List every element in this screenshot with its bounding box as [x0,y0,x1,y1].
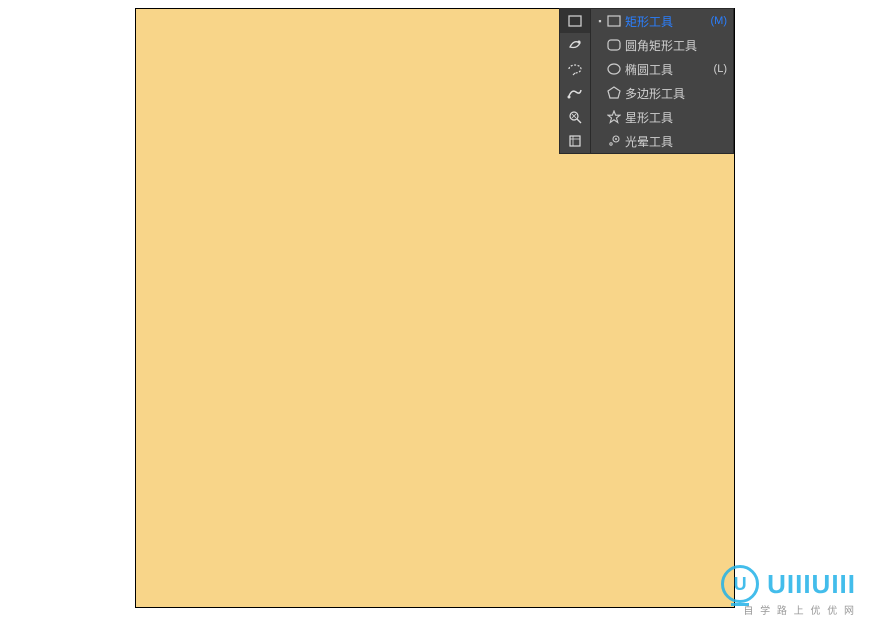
flyout-flare-tool[interactable]: 光晕工具 [591,129,733,153]
tool-label: 椭圆工具 [625,61,710,78]
vertical-toolbar [559,8,591,154]
magic-icon [567,109,583,125]
watermark-brand: UIIIUIII [767,569,856,600]
tool-shortcut: (L) [714,63,727,75]
roundrect-icon [603,39,625,51]
live-paint-tool-slot[interactable] [560,33,590,57]
flare-icon [603,134,625,148]
shape-tool-flyout: ▪ 矩形工具 (M) 圆角矩形工具 椭圆工具 (L) [591,8,734,154]
shape-tool-panel: ▪ 矩形工具 (M) 圆角矩形工具 椭圆工具 (L) [559,8,734,154]
rectangle-tool-slot[interactable] [560,9,590,33]
flyout-polygon-tool[interactable]: 多边形工具 [591,81,733,105]
ellipse-icon [603,63,625,75]
tool-label: 星形工具 [625,109,723,126]
polygon-icon [603,86,625,100]
flyout-rounded-rectangle-tool[interactable]: 圆角矩形工具 [591,33,733,57]
watermark-logo-icon: U [721,565,759,603]
artboard-tool-slot[interactable] [560,129,590,153]
flyout-star-tool[interactable]: 星形工具 [591,105,733,129]
blob-icon [567,86,583,100]
artboard-icon [568,134,582,148]
tool-label: 多边形工具 [625,85,723,102]
tool-label: 矩形工具 [625,13,707,30]
blob-brush-tool-slot[interactable] [560,81,590,105]
tool-shortcut: (M) [711,15,728,27]
tool-label: 光晕工具 [625,133,723,150]
paint-icon [567,37,583,53]
rectangle-icon [568,14,582,28]
watermark: U UIIIUIII [721,565,856,603]
lasso-tool-slot[interactable] [560,57,590,81]
color-guide-tool-slot[interactable] [560,105,590,129]
rect-icon [603,15,625,27]
lasso-icon [567,62,583,76]
star-icon [603,110,625,124]
watermark-subtitle: 自 学 路 上 优 优 网 [743,602,856,617]
flyout-rectangle-tool[interactable]: ▪ 矩形工具 (M) [591,9,733,33]
flyout-ellipse-tool[interactable]: 椭圆工具 (L) [591,57,733,81]
tool-label: 圆角矩形工具 [625,37,723,54]
